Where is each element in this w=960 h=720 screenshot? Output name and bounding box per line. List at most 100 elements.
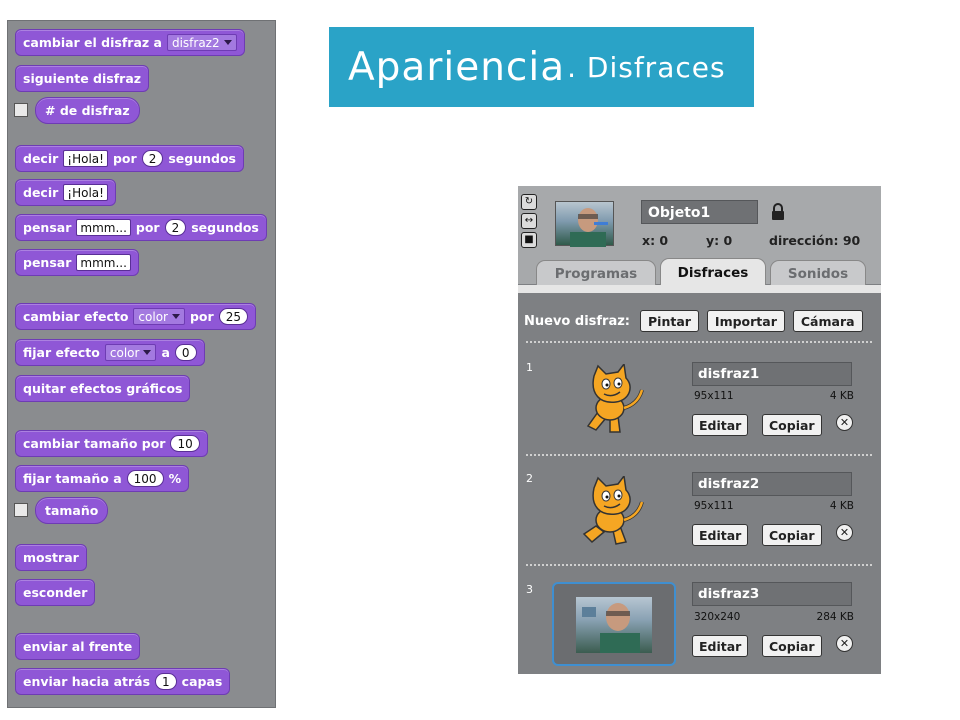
costume-name-field[interactable]: disfraz2 — [692, 472, 852, 496]
costume-dropdown[interactable]: disfraz2 — [166, 34, 237, 51]
copy-button[interactable]: Copiar — [762, 524, 822, 546]
camera-button[interactable]: Cámara — [792, 310, 863, 332]
cat-costume-thumbnail[interactable] — [580, 362, 650, 444]
import-button[interactable]: Importar — [706, 310, 785, 332]
block-think[interactable]: pensar mmm... — [15, 249, 139, 276]
cat-costume-thumbnail[interactable] — [580, 474, 650, 556]
number-input[interactable]: 2 — [141, 150, 164, 167]
paint-button[interactable]: Pintar — [640, 310, 699, 332]
dropdown-value: color — [109, 345, 140, 360]
no-rotate-icon[interactable]: ■ — [521, 232, 537, 248]
number-input[interactable]: 100 — [126, 470, 164, 487]
costume-meta: 95x111 4 KB — [694, 390, 854, 402]
costume-filesize: 284 KB — [816, 611, 854, 623]
dropdown-value: color — [138, 309, 168, 324]
block-label: mostrar — [23, 550, 79, 565]
scratch-cat-icon — [586, 362, 644, 433]
looks-block-palette: cambiar el disfraz a disfraz2 siguiente … — [7, 20, 276, 708]
block-say-for-secs[interactable]: decir ¡Hola! por 2 segundos — [15, 145, 244, 172]
costume-index: 1 — [526, 361, 533, 374]
tab-sounds[interactable]: Sonidos — [770, 260, 866, 286]
slide-subtitle: . Disfraces — [567, 50, 726, 84]
costume-index: 2 — [526, 472, 533, 485]
left-right-flip-icon[interactable]: ↔ — [521, 213, 537, 229]
tab-underline — [518, 285, 881, 293]
costume-filesize: 4 KB — [829, 390, 854, 402]
block-size-reporter[interactable]: tamaño — [35, 497, 109, 524]
person-photo-icon — [576, 597, 652, 653]
costume-dimensions: 95x111 — [694, 500, 734, 512]
block-label: pensar — [23, 255, 72, 270]
block-set-effect[interactable]: fijar efecto color a 0 — [15, 339, 205, 366]
block-change-effect[interactable]: cambiar efecto color por 25 — [15, 303, 256, 330]
block-think-for-secs[interactable]: pensar mmm... por 2 segundos — [15, 214, 267, 241]
number-input[interactable]: 25 — [218, 308, 248, 325]
slide-title-banner: Apariencia . Disfraces — [329, 27, 754, 107]
rotate-all-around-icon[interactable]: ↻ — [521, 194, 537, 210]
text-input[interactable]: ¡Hola! — [63, 150, 108, 167]
costume-name-field[interactable]: disfraz3 — [692, 582, 852, 606]
size-checkbox[interactable] — [14, 503, 28, 517]
edit-button[interactable]: Editar — [692, 524, 749, 546]
block-set-size[interactable]: fijar tamaño a 100 % — [15, 465, 190, 492]
block-label: cambiar tamaño por — [23, 436, 166, 451]
costume-index: 3 — [526, 583, 533, 596]
x-value: 0 — [659, 233, 669, 248]
effect-dropdown[interactable]: color — [133, 308, 185, 325]
slide-title: Apariencia — [348, 44, 566, 90]
block-label: decir — [23, 151, 59, 166]
copy-button[interactable]: Copiar — [762, 414, 822, 436]
block-label: esconder — [23, 585, 88, 600]
person-photo-icon — [570, 208, 608, 247]
block-change-size[interactable]: cambiar tamaño por 10 — [15, 430, 208, 457]
copy-button[interactable]: Copiar — [762, 635, 822, 657]
sprite-costumes-panel: ↻ ↔ ■ Objeto1 x: 0 y: 0 dirección: 90 Pr… — [518, 186, 881, 674]
selected-costume-thumbnail[interactable] — [552, 582, 676, 666]
costume-number-checkbox[interactable] — [14, 103, 28, 117]
tab-programs[interactable]: Programas — [536, 260, 656, 286]
edit-button[interactable]: Editar — [692, 635, 749, 657]
effect-dropdown[interactable]: color — [104, 344, 157, 361]
number-input[interactable]: 1 — [155, 673, 177, 690]
divider — [526, 341, 873, 343]
block-go-back-layers[interactable]: enviar hacia atrás 1 capas — [15, 668, 231, 695]
block-switch-costume[interactable]: cambiar el disfraz a disfraz2 — [15, 29, 245, 56]
block-say[interactable]: decir ¡Hola! — [15, 179, 116, 206]
x-label: x: — [642, 233, 656, 248]
delete-costume-icon[interactable]: ✕ — [836, 524, 853, 541]
number-input[interactable]: 0 — [174, 344, 197, 361]
block-go-to-front[interactable]: enviar al frente — [15, 633, 141, 660]
direction-label: dirección: — [769, 233, 839, 248]
sprite-name-field[interactable]: Objeto1 — [641, 200, 758, 224]
y-label: y: — [706, 233, 720, 248]
tab-costumes[interactable]: Disfraces — [660, 258, 766, 286]
lock-icon[interactable] — [771, 203, 785, 225]
block-label: cambiar efecto — [23, 309, 129, 324]
text-input[interactable]: mmm... — [76, 219, 131, 236]
block-label: enviar hacia atrás — [23, 674, 151, 689]
block-label: cambiar el disfraz a — [23, 35, 162, 50]
dropdown-arrow-icon — [223, 40, 232, 45]
block-show[interactable]: mostrar — [15, 544, 87, 571]
number-input[interactable]: 10 — [170, 435, 200, 452]
block-label: pensar — [23, 220, 72, 235]
delete-costume-icon[interactable]: ✕ — [836, 635, 853, 652]
delete-costume-icon[interactable]: ✕ — [836, 414, 853, 431]
y-coordinate: y: 0 — [706, 233, 732, 248]
costume-dimensions: 320x240 — [694, 611, 741, 623]
edit-button[interactable]: Editar — [692, 414, 749, 436]
block-label: por — [112, 151, 137, 166]
block-costume-number[interactable]: # de disfraz — [35, 97, 140, 124]
block-next-costume[interactable]: siguiente disfraz — [15, 65, 150, 92]
block-hide[interactable]: esconder — [15, 579, 96, 606]
block-label: segundos — [168, 151, 236, 166]
block-label: enviar al frente — [23, 639, 133, 654]
block-label: # de disfraz — [45, 103, 130, 118]
block-clear-effects[interactable]: quitar efectos gráficos — [15, 375, 191, 402]
number-input[interactable]: 2 — [164, 219, 187, 236]
costume-name-field[interactable]: disfraz1 — [692, 362, 852, 386]
block-label: segundos — [191, 220, 259, 235]
costume-filesize: 4 KB — [829, 500, 854, 512]
text-input[interactable]: ¡Hola! — [63, 184, 108, 201]
text-input[interactable]: mmm... — [76, 254, 131, 271]
